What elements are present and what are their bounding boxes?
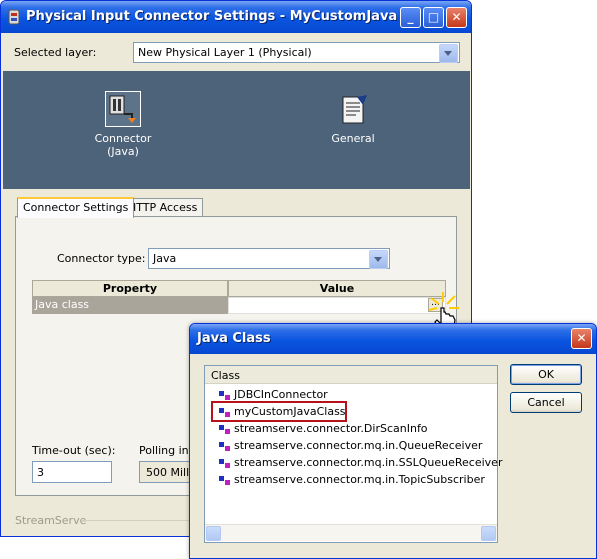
dialog-title: Java Class — [197, 331, 271, 346]
maximize-button[interactable]: □ — [423, 7, 444, 28]
general-settings-icon — [342, 95, 367, 124]
scroll-left-button[interactable] — [206, 526, 221, 541]
timeout-input[interactable]: 3 — [32, 461, 112, 483]
footer-brand: StreamServe — [15, 514, 87, 527]
minimize-button[interactable]: _ — [400, 7, 421, 28]
highlight-box — [211, 401, 347, 422]
ok-button[interactable]: OK — [510, 364, 582, 385]
property-column-header[interactable]: Property — [32, 280, 228, 297]
selected-layer-dropdown[interactable]: New Physical Layer 1 (Physical) — [133, 42, 460, 63]
connector-category-sublabel: (Java) — [107, 145, 139, 158]
tab-connector-settings[interactable]: Connector Settings — [17, 197, 135, 218]
timeout-value: 3 — [37, 466, 44, 479]
horizontal-scrollbar[interactable] — [205, 524, 497, 541]
timeout-label: Time-out (sec): — [32, 444, 116, 457]
connector-type-label: Connector type: — [57, 252, 146, 265]
general-category-button[interactable] — [337, 93, 371, 127]
selected-layer-value: New Physical Layer 1 (Physical) — [138, 46, 312, 59]
chevron-down-icon[interactable] — [369, 250, 388, 269]
list-item[interactable]: streamserve.connector.mq.in.TopicSubscri… — [219, 472, 485, 488]
java-class-value-cell[interactable] — [228, 297, 446, 314]
java-class-property[interactable]: Java class — [32, 297, 228, 314]
settings-category-panel — [3, 71, 470, 189]
connector-type-dropdown[interactable]: Java — [148, 248, 390, 269]
class-icon — [219, 441, 231, 451]
dialog-close-button[interactable]: ✕ — [571, 328, 592, 349]
cancel-button[interactable]: Cancel — [510, 392, 582, 413]
scroll-right-button[interactable] — [481, 526, 496, 541]
class-icon — [219, 390, 231, 400]
list-item[interactable]: streamserve.connector.mq.in.SSLQueueRece… — [219, 455, 502, 471]
java-class-dialog: Java Class ✕ Class JDBCInConnector myCus… — [189, 323, 597, 559]
selected-layer-label: Selected layer: — [14, 46, 97, 59]
class-list[interactable]: Class JDBCInConnector myCustomJavaClass … — [204, 365, 502, 543]
list-item[interactable]: streamserve.connector.DirScanInfo — [219, 421, 428, 437]
app-icon — [7, 9, 21, 25]
class-column-header[interactable]: Class — [205, 366, 497, 384]
class-icon — [219, 458, 231, 468]
general-category-label: General — [331, 132, 375, 145]
class-icon — [219, 424, 231, 434]
list-item[interactable]: streamserve.connector.mq.in.QueueReceive… — [219, 438, 482, 454]
close-button[interactable]: ✕ — [446, 7, 467, 28]
connector-type-value: Java — [153, 252, 177, 265]
class-icon — [219, 475, 231, 485]
connector-category-button[interactable] — [105, 91, 141, 127]
connector-category-label: Connector — [94, 132, 152, 145]
connector-java-icon — [109, 95, 136, 123]
window-title: Physical Input Connector Settings - MyCu… — [26, 9, 398, 24]
value-column-header[interactable]: Value — [228, 280, 446, 297]
chevron-down-icon[interactable] — [439, 44, 458, 63]
